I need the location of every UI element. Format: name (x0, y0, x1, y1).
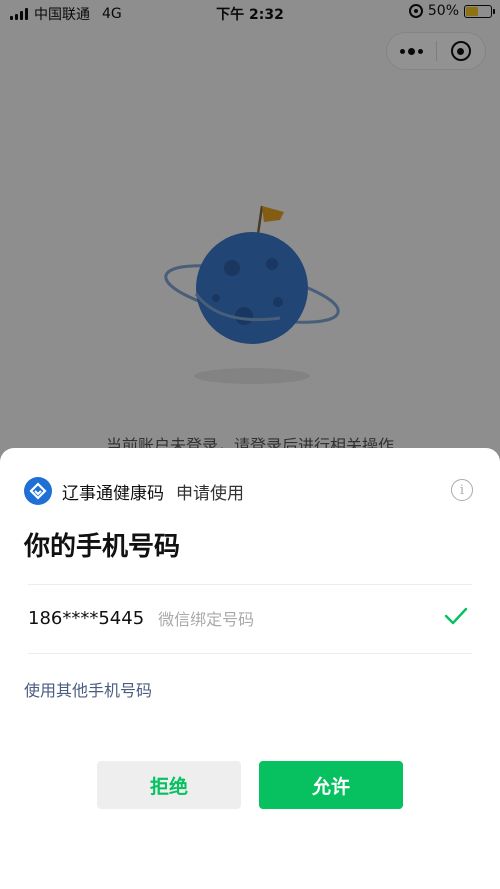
sheet-header: 辽事通健康码 申请使用 i (24, 476, 476, 506)
app-name: 辽事通健康码 (62, 483, 164, 504)
authorization-sheet: 辽事通健康码 申请使用 i 你的手机号码 186****5445 微信绑定号码 … (0, 448, 500, 889)
use-other-phone-link[interactable]: 使用其他手机号码 (24, 677, 152, 701)
allow-button[interactable]: 允许 (259, 761, 403, 809)
info-icon[interactable]: i (451, 479, 473, 501)
app-logo-icon (24, 477, 52, 505)
checkmark-icon (444, 606, 468, 630)
phone-number: 186****5445 (28, 607, 145, 629)
phone-tag: 微信绑定号码 (158, 610, 255, 629)
request-text: 申请使用 (176, 483, 244, 504)
divider-top (28, 584, 472, 585)
phone-option-row[interactable]: 186****5445 微信绑定号码 (28, 596, 472, 640)
reject-button[interactable]: 拒绝 (97, 761, 241, 809)
divider-bottom (28, 653, 472, 654)
sheet-title: 你的手机号码 (24, 532, 181, 562)
